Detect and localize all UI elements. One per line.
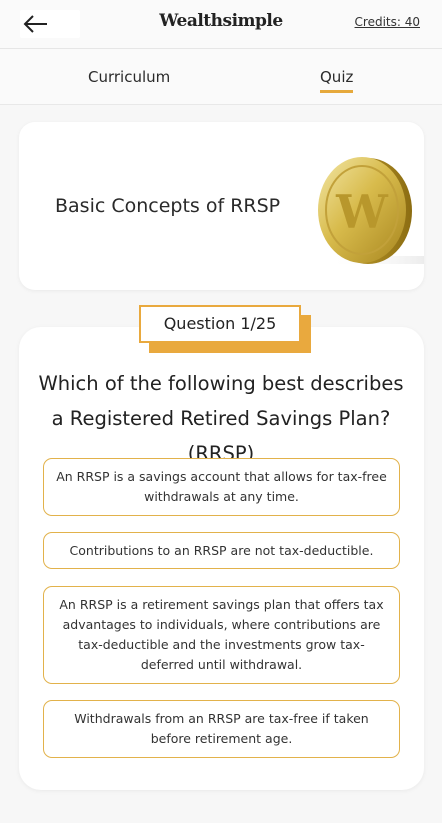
answer-option-1[interactable]: An RRSP is a savings account that allows…: [43, 458, 400, 516]
answer-option-label: Contributions to an RRSP are not tax-ded…: [69, 542, 374, 558]
answer-option-2[interactable]: Contributions to an RRSP are not tax-ded…: [43, 532, 400, 569]
tab-bar: Curriculum Quiz: [0, 49, 442, 105]
credits-link[interactable]: Credits: 40: [355, 15, 420, 29]
answer-option-4[interactable]: Withdrawals from an RRSP are tax-free if…: [43, 700, 400, 758]
top-bar: Wealthsimple Credits: 40: [0, 0, 442, 49]
answer-option-label: Withdrawals from an RRSP are tax-free if…: [74, 711, 369, 746]
gold-coin-icon: W: [318, 157, 424, 264]
lesson-card: Basic Concepts of RRSP W: [19, 122, 424, 290]
question-counter-badge: Question 1/25: [139, 305, 301, 343]
answer-option-label: An RRSP is a savings account that allows…: [56, 469, 387, 504]
tab-quiz[interactable]: Quiz: [320, 68, 354, 93]
tab-curriculum[interactable]: Curriculum: [88, 68, 170, 86]
coin-letter: W: [335, 185, 389, 239]
lesson-title: Basic Concepts of RRSP: [55, 195, 281, 217]
answer-option-label: An RRSP is a retirement savings plan tha…: [59, 597, 384, 672]
question-text: Which of the following best describes a …: [38, 372, 404, 465]
answer-option-3[interactable]: An RRSP is a retirement savings plan tha…: [43, 586, 400, 684]
